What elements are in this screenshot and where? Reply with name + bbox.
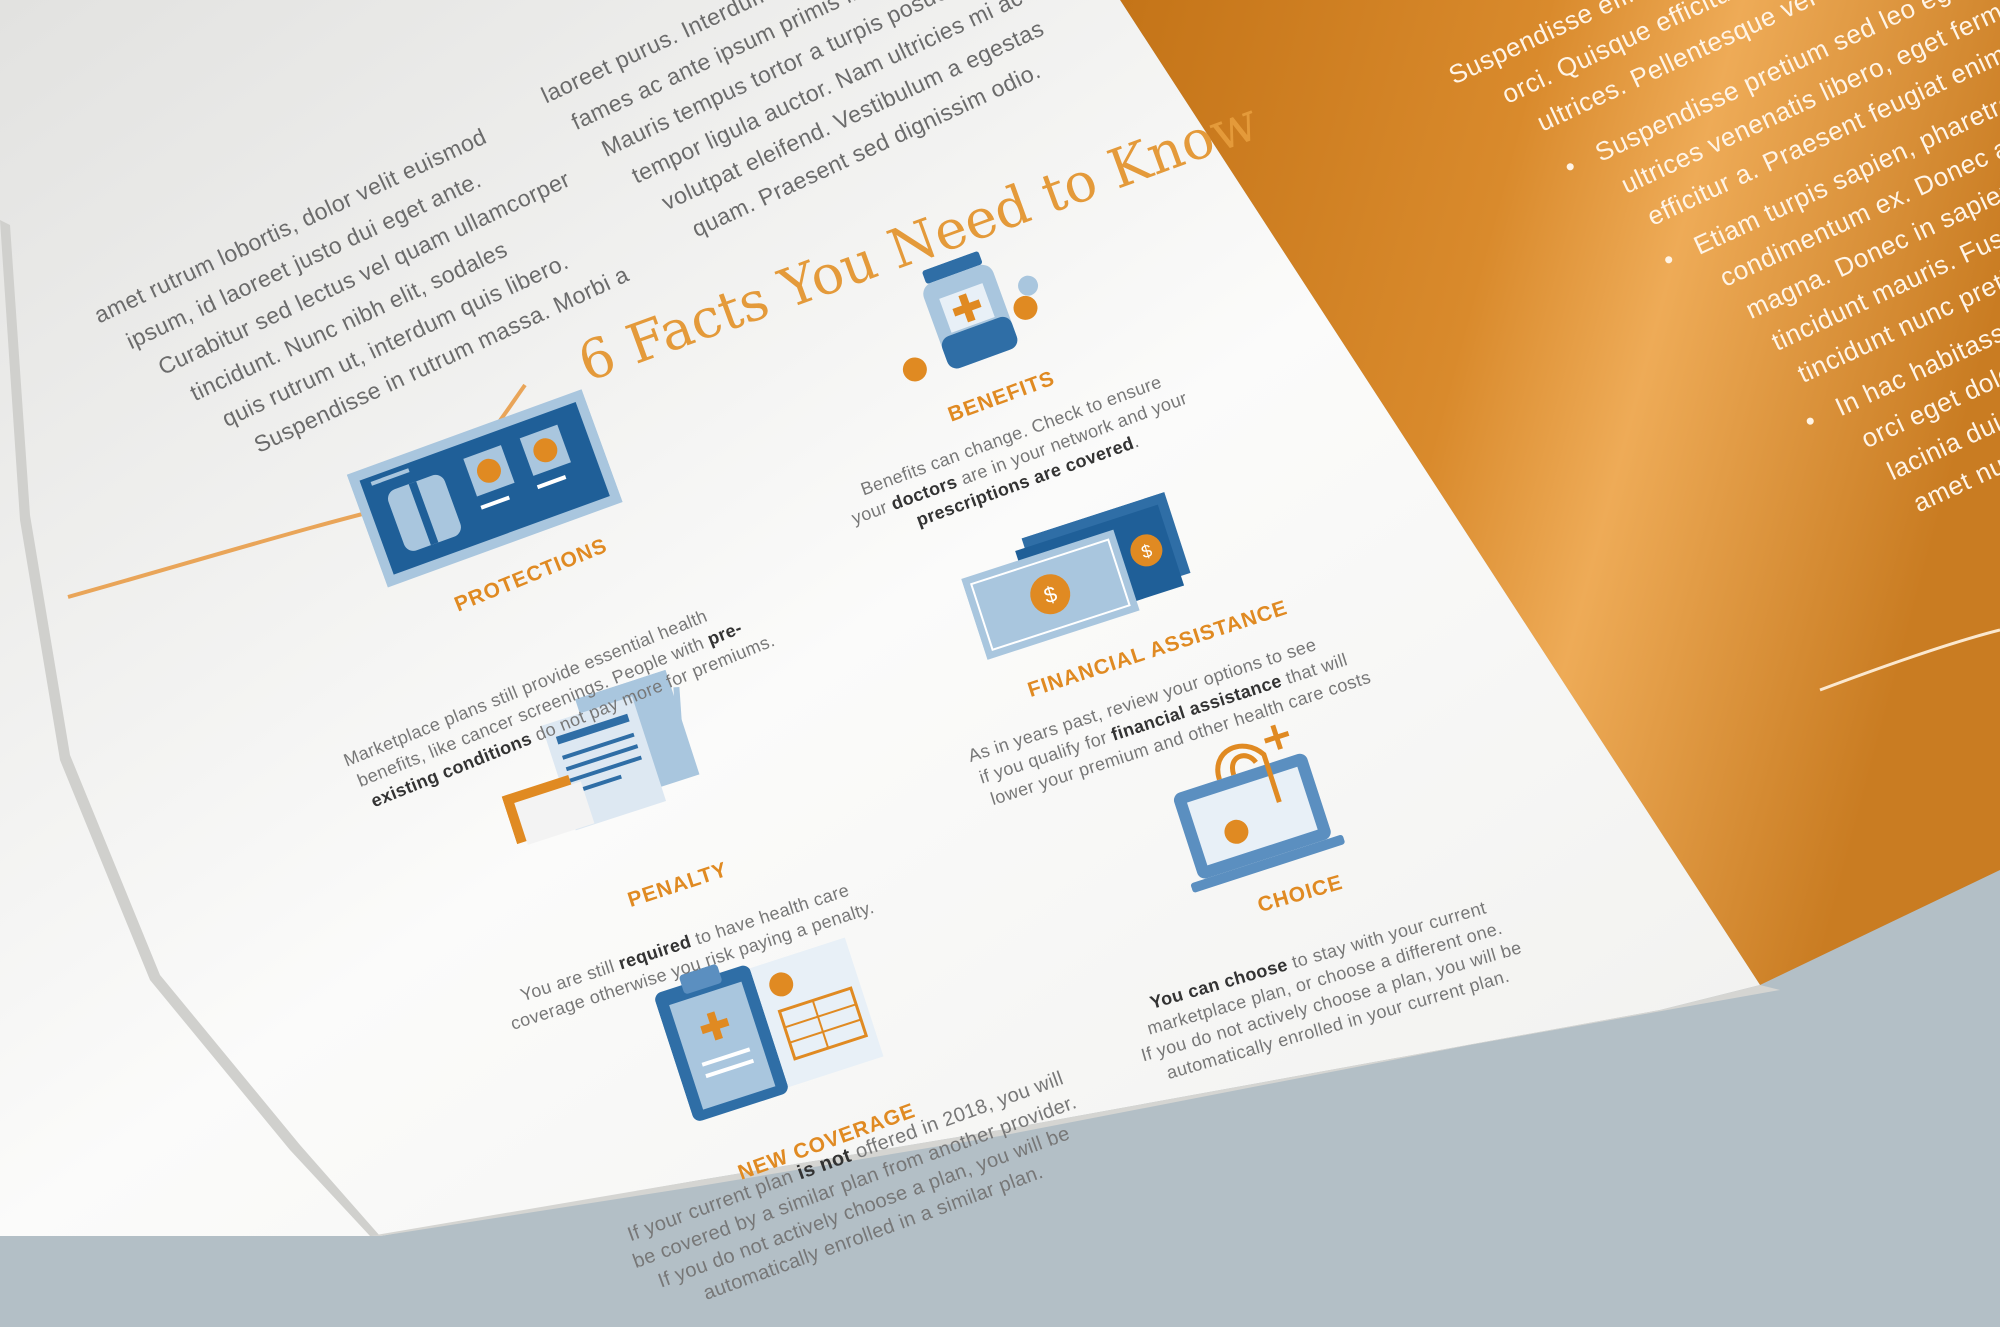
bullet-dot: •: [1658, 243, 1680, 275]
right-page-text: Suspendisse efficitur, dolor ut orci. Qu…: [1444, 0, 2000, 621]
brochure-scene: amet rutrum lobortis, dolor velit euismo…: [0, 0, 2000, 1305]
bullet-dot: •: [1799, 405, 1822, 437]
left-page-content: amet rutrum lobortis, dolor velit euismo…: [0, 0, 2000, 1305]
bullet-dot: •: [1559, 150, 1582, 182]
fact-desc-choice: You can choose to stay with your current…: [1125, 889, 1531, 1090]
fact-title-penalty: PENALTY: [625, 858, 731, 912]
